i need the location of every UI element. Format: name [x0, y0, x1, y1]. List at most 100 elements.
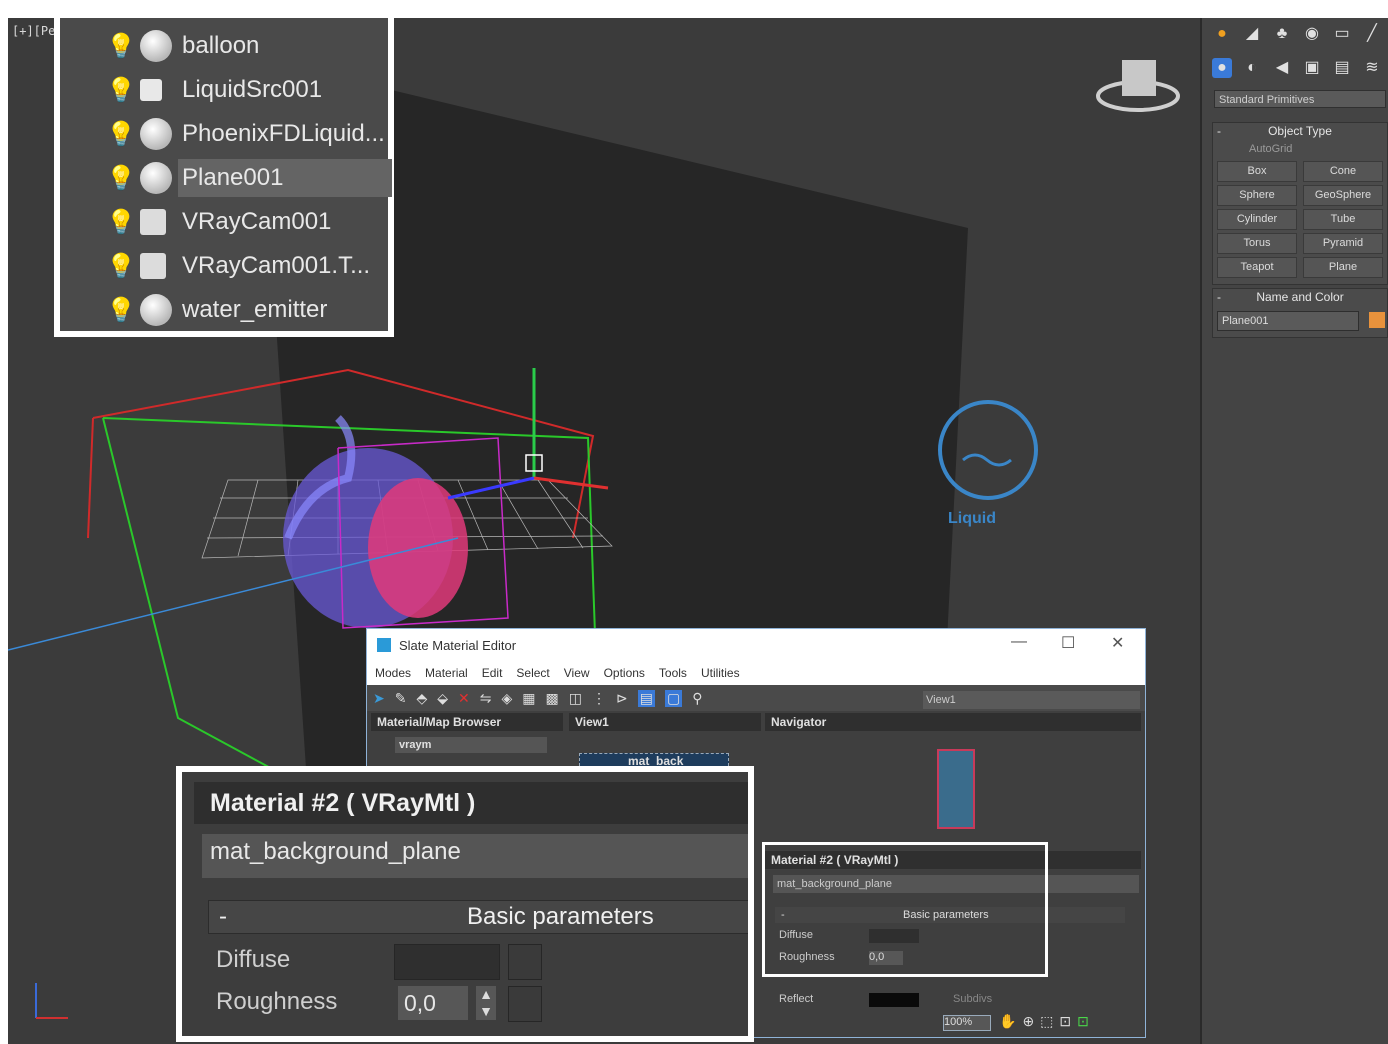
param-reflect-swatch[interactable] — [869, 993, 919, 1007]
callout-roughness-map-button[interactable] — [508, 986, 542, 1022]
hierarchy-tab-icon[interactable]: ♣ — [1272, 24, 1292, 44]
pan-icon[interactable]: ✋ — [999, 1013, 1022, 1029]
callout-diffuse-swatch[interactable] — [394, 944, 500, 980]
scene-item[interactable]: 💡 LiquidSrc001 — [60, 68, 388, 112]
motion-tab-icon[interactable]: ◉ — [1302, 24, 1322, 44]
zoom-icon[interactable]: ⊕ — [1022, 1013, 1040, 1029]
object-type-header[interactable]: - Object Type — [1213, 123, 1387, 139]
select-by-material-icon[interactable]: ▤ — [637, 689, 655, 707]
light-bulb-icon[interactable]: 💡 — [106, 76, 136, 104]
menu-view[interactable]: View — [564, 666, 590, 680]
zoom-extents-icon[interactable]: ⊡ — [1059, 1013, 1077, 1029]
scene-item-label: VRayCam001 — [182, 208, 332, 235]
callout-basic-parameters-rollout[interactable]: - Basic parameters — [208, 900, 748, 934]
scene-item[interactable]: 💡 balloon — [60, 24, 388, 68]
light-bulb-icon[interactable]: 💡 — [106, 120, 136, 148]
cylinder-button[interactable]: Cylinder — [1217, 209, 1297, 230]
background-icon[interactable]: ◫ — [569, 690, 582, 707]
scene-item-label: LiquidSrc001 — [182, 76, 323, 103]
tube-button[interactable]: Tube — [1303, 209, 1383, 230]
material-parameter-callout: Material #2 ( VRayMtl ) mat_background_p… — [176, 766, 754, 1042]
cone-button[interactable]: Cone — [1303, 161, 1383, 182]
callout-roughness-value[interactable]: 0,0 — [398, 986, 468, 1020]
object-color-swatch[interactable] — [1369, 311, 1385, 328]
lights-icon[interactable]: ◀ — [1272, 58, 1292, 78]
browser-search[interactable]: vraym — [395, 737, 547, 753]
utilities-tab-icon[interactable]: ╱ — [1362, 24, 1382, 44]
menu-utilities[interactable]: Utilities — [701, 666, 740, 680]
layout-icon[interactable]: ⋮ — [592, 690, 606, 707]
put-to-scene-icon[interactable]: ⬙ — [437, 690, 448, 707]
callout-diffuse-map-button[interactable] — [508, 944, 542, 980]
scene-item[interactable]: 💡 VRayCam001 — [60, 200, 388, 244]
map-browser-header[interactable]: Material/Map Browser — [371, 713, 563, 731]
autogrid-checkbox[interactable]: AutoGrid — [1213, 139, 1387, 155]
spacewarps-icon[interactable]: ≋ — [1362, 58, 1382, 78]
close-button[interactable]: ✕ — [1111, 633, 1124, 653]
scene-item[interactable]: 💡 PhoenixFDLiquid... — [60, 112, 388, 156]
scene-item[interactable]: 💡 Plane001 — [60, 156, 392, 200]
menu-tools[interactable]: Tools — [659, 666, 687, 680]
move-children-icon[interactable]: ⇋ — [480, 690, 492, 707]
light-bulb-icon[interactable]: 💡 — [106, 296, 136, 324]
scene-item-label: Plane001 — [178, 159, 392, 197]
menu-edit[interactable]: Edit — [482, 666, 503, 680]
callout-diffuse-label: Diffuse — [216, 946, 291, 973]
display-tab-icon[interactable]: ▭ — [1332, 24, 1352, 44]
select-tool-icon[interactable]: ➤ — [373, 690, 385, 707]
navigator-preview[interactable] — [937, 749, 975, 829]
sphere-icon — [140, 162, 172, 194]
name-color-header[interactable]: - Name and Color — [1213, 289, 1387, 305]
callout-material-name[interactable]: mat_background_plane — [202, 834, 748, 878]
zoom-selected-icon[interactable]: ⊡ — [1077, 1013, 1095, 1029]
light-bulb-icon[interactable]: 💡 — [106, 252, 136, 280]
callout-roughness-spinner[interactable]: ▲ ▼ — [476, 986, 496, 1020]
hide-unused-icon[interactable]: ◈ — [502, 690, 513, 707]
sphere-button[interactable]: Sphere — [1217, 185, 1297, 206]
param-reflect-label: Reflect — [779, 993, 814, 1005]
delete-icon[interactable]: ✕ — [458, 690, 470, 707]
torus-button[interactable]: Torus — [1217, 233, 1297, 254]
category-dropdown[interactable]: Standard Primitives — [1214, 90, 1386, 108]
param-editor-icon[interactable]: ▢ — [664, 689, 683, 707]
view-dropdown[interactable]: View1 — [923, 691, 1140, 709]
object-name-field[interactable]: Plane001 — [1217, 311, 1359, 331]
modify-tab-icon[interactable]: ◢ — [1242, 24, 1262, 44]
layout-children-icon[interactable]: ⊳ — [616, 690, 628, 707]
menu-options[interactable]: Options — [604, 666, 645, 680]
menu-material[interactable]: Material — [425, 666, 468, 680]
geometry-icon[interactable]: ● — [1212, 58, 1232, 78]
slate-title-bar[interactable]: Slate Material Editor — ☐ ✕ — [367, 629, 1145, 661]
plane-button[interactable]: Plane — [1303, 257, 1383, 278]
pyramid-button[interactable]: Pyramid — [1303, 233, 1383, 254]
minimize-button[interactable]: — — [1011, 633, 1027, 651]
checker-icon[interactable]: ▩ — [546, 690, 559, 707]
maximize-button[interactable]: ☐ — [1061, 633, 1075, 653]
helpers-icon[interactable]: ▤ — [1332, 58, 1352, 78]
cameras-icon[interactable]: ▣ — [1302, 58, 1322, 78]
menu-select[interactable]: Select — [516, 666, 549, 680]
eyedropper-icon[interactable]: ✎ — [395, 690, 407, 707]
callout-material-title: Material #2 ( VRayMtl ) — [194, 782, 748, 824]
zoom-region-icon[interactable]: ⬚ — [1040, 1013, 1059, 1029]
create-tab-icon[interactable]: ● — [1212, 24, 1232, 44]
assign-material-icon[interactable]: ⬘ — [416, 690, 427, 707]
view-tab[interactable]: View1 — [569, 713, 761, 731]
geosphere-button[interactable]: GeoSphere — [1303, 185, 1383, 206]
liquid-source-icon — [140, 79, 162, 101]
light-bulb-icon[interactable]: 💡 — [106, 164, 136, 192]
navigator-header[interactable]: Navigator — [765, 713, 1141, 731]
teapot-button[interactable]: Teapot — [1217, 257, 1297, 278]
slate-title: Slate Material Editor — [399, 637, 517, 653]
find-node-icon[interactable]: ⚲ — [692, 690, 702, 707]
menu-modes[interactable]: Modes — [375, 666, 411, 680]
light-bulb-icon[interactable]: 💡 — [106, 32, 136, 60]
callout-roughness-label: Roughness — [216, 988, 338, 1015]
zoom-field[interactable]: 100% — [943, 1015, 991, 1031]
light-bulb-icon[interactable]: 💡 — [106, 208, 136, 236]
scene-item[interactable]: 💡 VRayCam001.T... — [60, 244, 388, 288]
scene-item[interactable]: 💡 water_emitter — [60, 288, 388, 332]
box-button[interactable]: Box — [1217, 161, 1297, 182]
show-map-icon[interactable]: ▦ — [522, 690, 535, 707]
shapes-icon[interactable]: ◐ — [1242, 58, 1262, 78]
